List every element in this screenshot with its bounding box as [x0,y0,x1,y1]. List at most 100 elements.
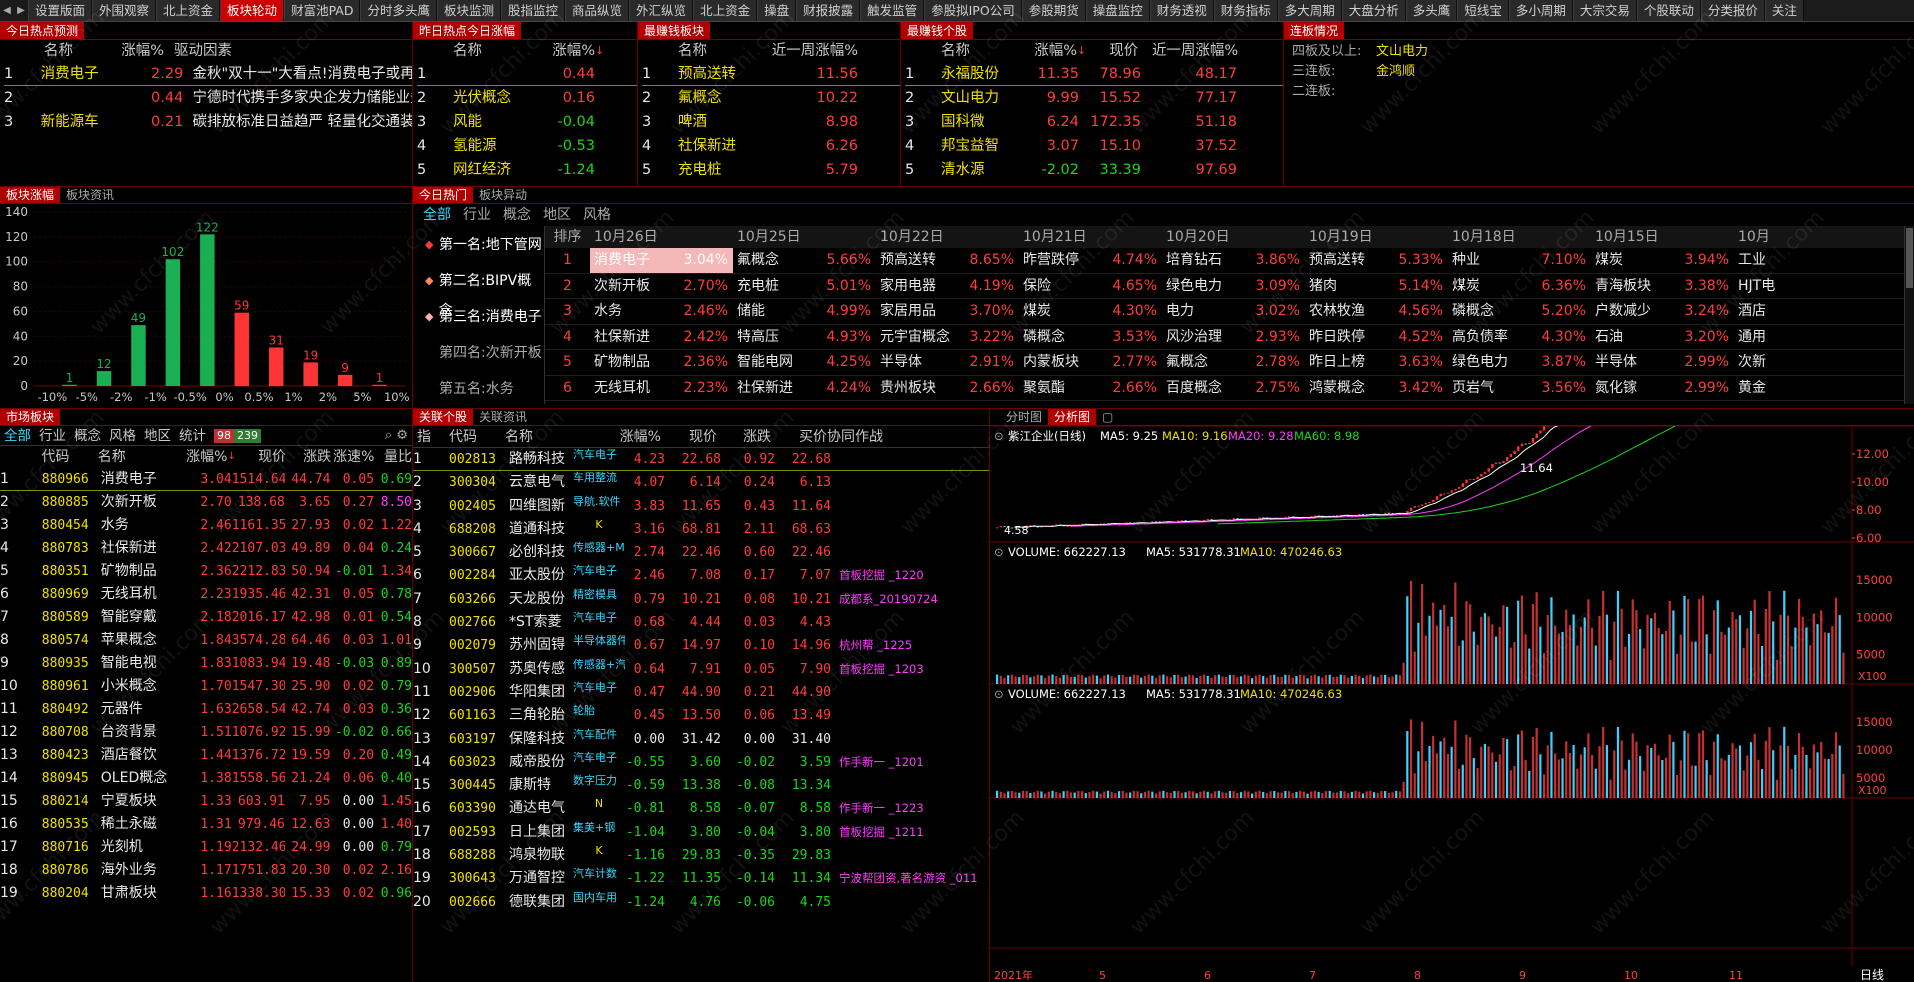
hot-cell[interactable]: 次新开板 2.70% [590,274,733,299]
hot-cell[interactable]: 充电桩 5.01% [733,274,876,299]
hot-subtab-2[interactable]: 概念 [497,204,537,226]
stock-row[interactable]: 3 002405 四维图新 导航.软件 3.83 11.65 0.43 11.64 [413,495,989,518]
hot-cell[interactable]: 社保新进 4.24% [733,376,876,401]
stock-row[interactable]: 9 002079 苏州固锝 半导体器件 0.67 14.97 0.10 14.96 杭州帮 _1… [413,634,989,657]
hot-cell[interactable]: 猪肉 5.14% [1305,274,1448,299]
market-row[interactable]: 12 880708 台资背景 1.51 1076.92 15.99 -0.02 0.66 [0,721,412,744]
stock-row[interactable]: 5 300667 必创科技 传感器+M 2.74 22.46 0.60 22.46 [413,541,989,564]
market-subtab-1[interactable]: 行业 [35,426,70,446]
top-tab-16[interactable]: 操盘监控 [1085,0,1150,21]
stock-name[interactable] [1376,82,1496,102]
bar[interactable] [96,371,112,386]
market-row[interactable]: 11 880492 元器件 1.63 2658.54 42.74 0.03 0.36 [0,698,412,721]
hot-cell[interactable]: 风沙治理 2.93% [1162,325,1305,350]
hot-cell[interactable]: 煤炭 6.36% [1448,274,1591,299]
stocks-tab-0[interactable]: 关联个股 [413,408,474,425]
best-sector-row[interactable]: 3 啤酒 8.98 [642,110,900,134]
close-tab-icon[interactable]: ▢ [1096,408,1119,425]
hot-cell[interactable]: 绿色电力 3.09% [1162,274,1305,299]
sector-name[interactable]: 氢能源 [453,134,543,158]
stock-name[interactable]: 清水源 [941,158,1025,182]
hot-cell[interactable]: 石油 3.20% [1591,325,1734,350]
stock-row[interactable]: 20 002666 德联集团 国内车用 -1.24 4.76 -0.06 4.75 [413,891,989,914]
top-tab-11[interactable]: 操盘 [757,0,797,21]
hot-cell[interactable]: 氟概念 2.78% [1162,350,1305,375]
hot-cell[interactable]: 青海板块 3.38% [1591,274,1734,299]
hot-cell[interactable]: 种业 7.10% [1448,248,1591,273]
top-tab-26[interactable]: 分类报价 [1700,0,1765,21]
hot-cell[interactable]: 家居用品 3.70% [876,299,1019,324]
hot-subtab-0[interactable]: 全部 [417,204,457,226]
stock-row[interactable]: 16 603390 通达电气 N -0.81 8.58 -0.07 8.58 作手新一 _122… [413,797,989,820]
best-stock-row[interactable]: 4 邦宝益智 3.07 15.10 37.52 [905,134,1283,158]
hot-subtab-1[interactable]: 行业 [457,204,497,226]
hot-cell[interactable]: 百度概念 2.75% [1162,376,1305,401]
market-row[interactable]: 3 880454 水务 2.46 1161.35 27.93 0.02 1.22 [0,514,412,537]
hot-cell[interactable]: 元宇宙概念 3.22% [876,325,1019,350]
limit-up-row[interactable]: 三连板: 金鸿顺 [1292,62,1906,82]
collapse-icon[interactable]: ⊙ [994,545,1004,559]
yesterday-hot-title[interactable]: 昨日热点今日涨幅 [413,22,522,39]
best-stock-title[interactable]: 最赚钱个股 [901,22,974,39]
collapse-icon[interactable]: ⊙ [994,429,1004,443]
stock-name[interactable]: 文山电力 [941,86,1025,110]
best-stock-row[interactable]: 5 清水源 -2.02 33.39 97.69 [905,158,1283,182]
market-row[interactable]: 2 880885 次新开板 2.70 138.68 3.65 0.27 8.50 [0,491,412,514]
sector-name[interactable] [41,86,129,110]
hot-cell[interactable]: 智能电网 4.25% [733,350,876,375]
chart-tab-0[interactable]: 板块涨幅 [0,186,61,203]
hot-cell[interactable]: 矿物制品 2.36% [590,350,733,375]
market-row[interactable]: 19 880204 甘肃板块 1.16 1338.30 15.33 0.02 0.96 [0,882,412,905]
forecast-row[interactable]: 3 新能源车 0.21 碳排放标准日益趋严 轻量化交通装备大有可为 [4,110,412,134]
top-tab-8[interactable]: 商品纵览 [565,0,630,21]
top-tab-9[interactable]: 外汇纵览 [629,0,694,21]
hot-cell[interactable]: 储能 4.99% [733,299,876,324]
hot-cell[interactable]: 贵州板块 2.66% [876,376,1019,401]
top-tab-4[interactable]: 财富池PAD [284,0,361,21]
hot-cell[interactable]: 社保新进 2.42% [590,325,733,350]
best-stock-row[interactable]: 1 永福股份 11.35 78.96 48.17 [905,62,1283,86]
search-gear-icons[interactable]: ⌕ ⚙ [385,426,408,446]
collapse-icon[interactable]: ⊙ [994,687,1004,701]
hot-cell[interactable]: 昨日跌停 4.52% [1305,325,1448,350]
market-subtab-2[interactable]: 概念 [70,426,105,446]
stock-row[interactable]: 15 300445 康斯特 数字压力 -0.59 13.38 -0.08 13.34 [413,774,989,797]
menu-left-arrow-icon[interactable]: ◀ [0,0,14,21]
top-tab-17[interactable]: 财务透视 [1149,0,1214,21]
hot-cell[interactable]: 通用 [1734,325,1877,350]
search-icon[interactable]: ⌕ [385,428,392,443]
bar[interactable] [165,259,181,386]
yesterday-row[interactable]: 3 风能 -0.04 [417,110,637,134]
limit-up-row[interactable]: 二连板: [1292,82,1906,102]
stock-row[interactable]: 4 688208 道通科技 K 3.16 68.81 2.11 68.63 [413,518,989,541]
limit-up-title[interactable]: 连板情况 [1284,22,1345,39]
stock-row[interactable]: 2 300304 云意电气 车用整流 4.07 6.14 0.24 6.13 [413,471,989,494]
stock-row[interactable]: 13 603197 保隆科技 汽车配件 0.00 31.42 0.00 31.40 [413,728,989,751]
top-tab-22[interactable]: 短线宝 [1457,0,1509,21]
market-row[interactable]: 6 880969 无线耳机 2.23 1935.46 42.31 0.05 0.78 [0,583,412,606]
top-tab-18[interactable]: 财务指标 [1213,0,1278,21]
hot-subtab-3[interactable]: 地区 [537,204,577,226]
hot-cell[interactable]: 煤炭 3.94% [1591,248,1734,273]
hot-cell[interactable]: HJT电 [1734,274,1877,299]
stock-row[interactable]: 12 601163 三角轮胎 轮胎 0.45 13.50 0.06 13.49 [413,704,989,727]
hot-tab-0[interactable]: 今日热门 [413,186,474,203]
stock-name[interactable]: 国科微 [941,110,1025,134]
market-row[interactable]: 13 880423 酒店餐饮 1.44 1376.72 19.59 0.20 0.49 [0,744,412,767]
hot-cell[interactable]: 磷概念 3.53% [1019,325,1162,350]
hot-rank-item[interactable]: ◆ 第一名:地下管网 [413,230,543,266]
market-row[interactable]: 5 880351 矿物制品 2.36 2212.83 50.94 -0.01 1.34 [0,560,412,583]
forecast-row[interactable]: 1 消费电子 2.29 金秋"双十一"大看点!消费电子或再迎热潮 [4,62,412,86]
top-tab-5[interactable]: 分时多头鹰 [360,0,437,21]
hot-cell[interactable]: 鸿蒙概念 3.42% [1305,376,1448,401]
gear-icon[interactable]: ⚙ [396,428,408,443]
market-subtab-3[interactable]: 风格 [105,426,140,446]
hot-cell[interactable]: 氮化镓 2.99% [1591,376,1734,401]
sector-name[interactable]: 风能 [453,110,543,134]
top-tab-1[interactable]: 外围观察 [92,0,157,21]
stock-row[interactable]: 6 002284 亚太股份 汽车电子 2.46 7.08 0.17 7.07 首板挖掘 _122… [413,564,989,587]
menu-right-arrow-icon[interactable]: ▶ [14,0,28,21]
hot-cell[interactable]: 昨营跌停 4.74% [1019,248,1162,273]
sector-name[interactable]: 预高送转 [678,62,778,85]
sector-name[interactable] [453,62,543,85]
